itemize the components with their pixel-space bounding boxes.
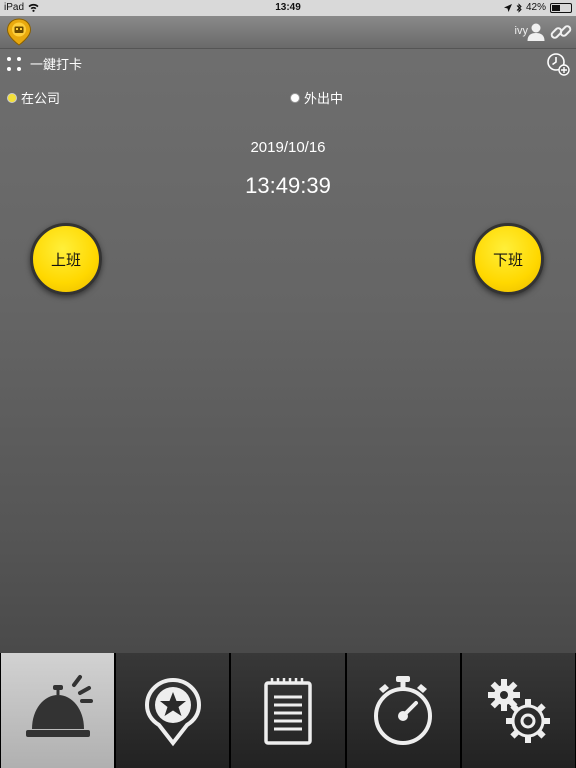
status-bar: iPad 13:49 42% [0, 0, 576, 16]
tab-punch[interactable] [1, 653, 115, 768]
status-time: 13:49 [275, 2, 301, 13]
status-right: 42% [503, 2, 572, 13]
tab-settings[interactable] [461, 653, 576, 768]
status-option-outside[interactable]: 外出中 [291, 88, 343, 107]
status-option-label: 外出中 [304, 91, 344, 106]
clock-in-button[interactable]: 上班 [30, 223, 102, 295]
current-time: 13:49:39 [245, 173, 331, 198]
bluetooth-icon [516, 2, 522, 13]
quick-punch-row[interactable]: 一鍵打卡 [6, 54, 82, 73]
status-option-label: 在公司 [21, 91, 61, 106]
current-date: 2019/10/16 [250, 139, 326, 156]
user-icon[interactable] [526, 22, 546, 42]
location-star-icon [144, 677, 201, 746]
bottom-tab-bar [0, 653, 576, 768]
gears-icon [488, 678, 551, 743]
battery-icon [550, 2, 572, 13]
radio-unselected-icon [291, 93, 299, 102]
battery-percent: 42% [525, 2, 546, 13]
clock-out-button[interactable]: 下班 [472, 223, 544, 295]
radio-selected-icon [8, 93, 16, 102]
link-icon[interactable] [550, 21, 572, 43]
quick-punch-label[interactable]: 一鍵打卡 [30, 54, 82, 73]
tab-timer[interactable] [346, 653, 460, 768]
app-header: ivy [0, 16, 576, 49]
app-logo-icon[interactable] [6, 18, 32, 46]
clock-add-icon[interactable] [546, 52, 570, 76]
tab-records[interactable] [231, 653, 345, 768]
stopwatch-icon [374, 675, 433, 745]
location-arrow-icon [503, 3, 512, 12]
service-bell-icon [25, 674, 93, 737]
tab-location[interactable] [116, 653, 230, 768]
grid-dots-icon [6, 56, 22, 72]
status-option-office[interactable]: 在公司 [8, 88, 60, 107]
notepad-icon [264, 677, 312, 745]
